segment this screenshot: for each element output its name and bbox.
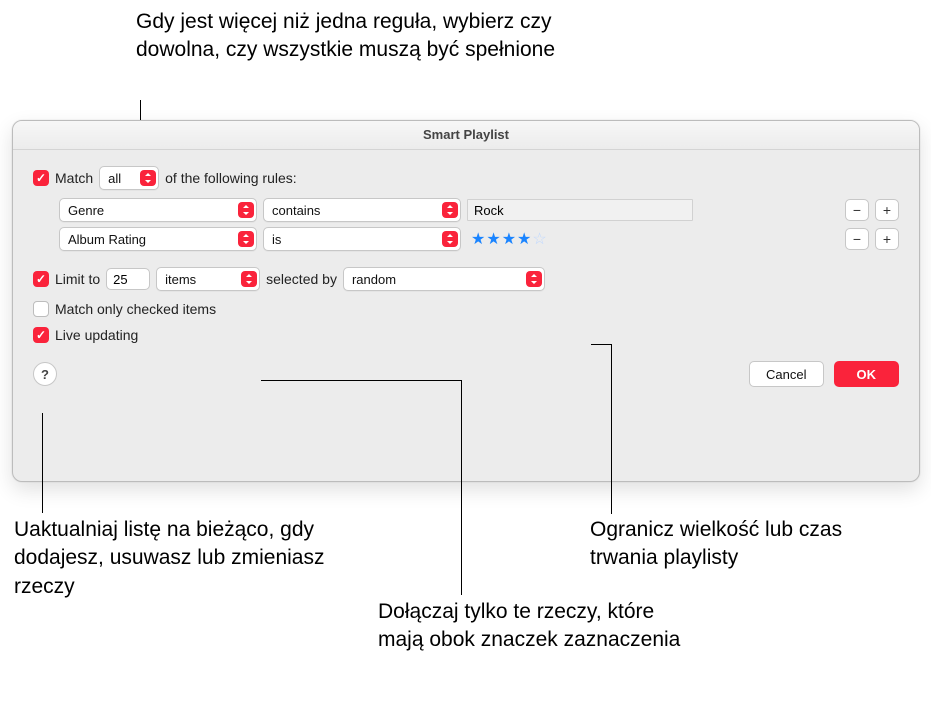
callout-leader	[261, 380, 461, 381]
rule-attribute-select[interactable]: Genre	[59, 198, 257, 222]
match-label-before: Match	[55, 170, 93, 186]
match-mode-select[interactable]: all	[99, 166, 159, 190]
rule-operator-select[interactable]: contains	[263, 198, 461, 222]
rule-attribute-value: Album Rating	[68, 232, 238, 247]
limit-count-field[interactable]	[106, 268, 150, 290]
callout-leader	[461, 380, 462, 595]
dropdown-caret-icon	[526, 271, 542, 287]
dropdown-caret-icon	[238, 202, 254, 218]
callout-leader	[591, 344, 611, 345]
remove-rule-button[interactable]: −	[845, 199, 869, 221]
callout-live-updating: Uaktualniaj listę na bieżąco, gdy dodaje…	[14, 516, 344, 601]
rule-row: Album Rating is ★ ★ ★ ★ ☆	[33, 227, 899, 251]
cancel-button[interactable]: Cancel	[749, 361, 823, 387]
live-updating-row: Live updating	[33, 327, 899, 343]
match-label-after: of the following rules:	[165, 170, 297, 186]
rules-list: Genre contains − +	[33, 198, 899, 251]
star-icon: ☆	[532, 229, 546, 249]
star-icon: ★	[486, 229, 500, 249]
callout-match-mode: Gdy jest więcej niż jedna reguła, wybier…	[136, 8, 556, 65]
rule-value-rating[interactable]: ★ ★ ★ ★ ☆	[467, 229, 697, 249]
callout-limit: Ogranicz wielkość lub czas trwania playl…	[590, 516, 910, 573]
dropdown-caret-icon	[241, 271, 257, 287]
window-content: Match all of the following rules: Genre	[13, 150, 919, 399]
dropdown-caret-icon	[442, 202, 458, 218]
callout-leader	[611, 344, 612, 514]
callout-leader	[42, 413, 43, 513]
rule-operator-value: is	[272, 232, 442, 247]
match-row: Match all of the following rules:	[33, 166, 899, 190]
limit-row: Limit to items selected by random	[33, 267, 899, 291]
star-icon: ★	[502, 229, 516, 249]
rule-operator-value: contains	[272, 203, 442, 218]
limit-selectedby-select[interactable]: random	[343, 267, 545, 291]
rule-value-field[interactable]	[467, 199, 693, 221]
limit-checkbox[interactable]	[33, 271, 49, 287]
remove-rule-button[interactable]: −	[845, 228, 869, 250]
limit-selectedby-value: random	[352, 272, 526, 287]
match-checkbox[interactable]	[33, 170, 49, 186]
match-mode-value: all	[108, 171, 140, 186]
add-rule-button[interactable]: +	[875, 228, 899, 250]
dropdown-caret-icon	[140, 170, 156, 186]
rule-row: Genre contains − +	[33, 198, 899, 222]
add-rule-button[interactable]: +	[875, 199, 899, 221]
dialog-footer: ? Cancel OK	[33, 361, 899, 387]
window-title: Smart Playlist	[13, 121, 919, 150]
options-section: Limit to items selected by random	[33, 267, 899, 343]
match-checked-checkbox[interactable]	[33, 301, 49, 317]
match-checked-label: Match only checked items	[55, 301, 216, 317]
match-checked-row: Match only checked items	[33, 301, 899, 317]
limit-selectedby-label: selected by	[266, 271, 337, 287]
live-updating-checkbox[interactable]	[33, 327, 49, 343]
dropdown-caret-icon	[238, 231, 254, 247]
ok-button[interactable]: OK	[834, 361, 900, 387]
help-button[interactable]: ?	[33, 362, 57, 386]
callout-match-checked: Dołączaj tylko te rzeczy, które mają obo…	[378, 598, 698, 655]
live-updating-label: Live updating	[55, 327, 138, 343]
rule-attribute-value: Genre	[68, 203, 238, 218]
star-icon: ★	[517, 229, 531, 249]
dropdown-caret-icon	[442, 231, 458, 247]
rule-operator-select[interactable]: is	[263, 227, 461, 251]
rule-attribute-select[interactable]: Album Rating	[59, 227, 257, 251]
limit-label: Limit to	[55, 271, 100, 287]
smart-playlist-window: Smart Playlist Match all of the followin…	[12, 120, 920, 482]
limit-unit-value: items	[165, 272, 241, 287]
limit-unit-select[interactable]: items	[156, 267, 260, 291]
star-icon: ★	[471, 229, 485, 249]
